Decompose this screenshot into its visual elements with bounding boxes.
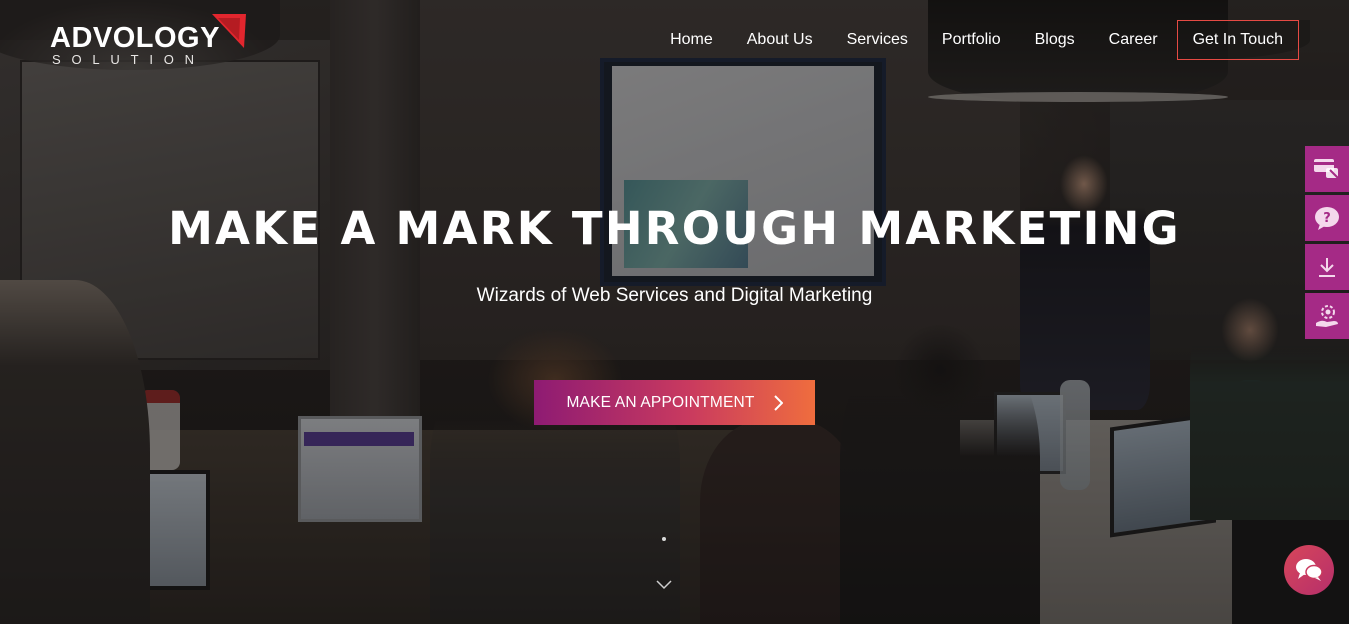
chevron-right-icon bbox=[773, 394, 783, 411]
side-tab-payment[interactable] bbox=[1305, 146, 1349, 192]
make-appointment-label: MAKE AN APPOINTMENT bbox=[566, 393, 755, 411]
nav-item-career[interactable]: Career bbox=[1109, 31, 1158, 49]
hero-title: MAKE A MARK THROUGH MARKETING bbox=[168, 202, 1181, 255]
nav-item-about-us[interactable]: About Us bbox=[747, 31, 813, 49]
side-tab-support[interactable] bbox=[1305, 293, 1349, 339]
hand-gear-icon bbox=[1316, 305, 1338, 327]
brand-name: ADVOLOGY bbox=[50, 22, 220, 54]
site-header: ADVOLOGY SOLUTION Home About Us Services… bbox=[0, 0, 1349, 80]
live-chat-button[interactable] bbox=[1284, 545, 1334, 595]
side-quick-links: ? bbox=[1305, 146, 1349, 342]
payment-card-icon bbox=[1314, 159, 1339, 179]
get-in-touch-button[interactable]: Get In Touch bbox=[1176, 20, 1299, 60]
nav-item-portfolio[interactable]: Portfolio bbox=[942, 31, 1001, 49]
nav-item-blogs[interactable]: Blogs bbox=[1035, 31, 1075, 49]
nav-item-home[interactable]: Home bbox=[670, 31, 713, 49]
brand-tagline: SOLUTION bbox=[52, 52, 205, 67]
nav-item-services[interactable]: Services bbox=[847, 31, 908, 49]
hero-subtitle: Wizards of Web Services and Digital Mark… bbox=[476, 285, 873, 306]
chat-bubbles-icon bbox=[1296, 559, 1323, 581]
help-bubble-icon: ? bbox=[1315, 207, 1339, 230]
download-icon bbox=[1319, 258, 1335, 277]
side-tab-help[interactable]: ? bbox=[1305, 195, 1349, 241]
background-dark-overlay bbox=[0, 0, 1349, 624]
hero-background-photo bbox=[0, 0, 1349, 624]
chevron-down-icon[interactable] bbox=[656, 580, 672, 590]
svg-text:?: ? bbox=[1323, 211, 1331, 226]
scroll-indicator-dot bbox=[662, 537, 666, 541]
make-appointment-button[interactable]: MAKE AN APPOINTMENT bbox=[534, 380, 815, 425]
brand-mark-icon bbox=[212, 14, 246, 48]
side-tab-download[interactable] bbox=[1305, 244, 1349, 290]
brand-logo[interactable]: ADVOLOGY SOLUTION bbox=[50, 14, 250, 70]
main-nav: Home About Us Services Portfolio Blogs C… bbox=[670, 20, 1299, 60]
